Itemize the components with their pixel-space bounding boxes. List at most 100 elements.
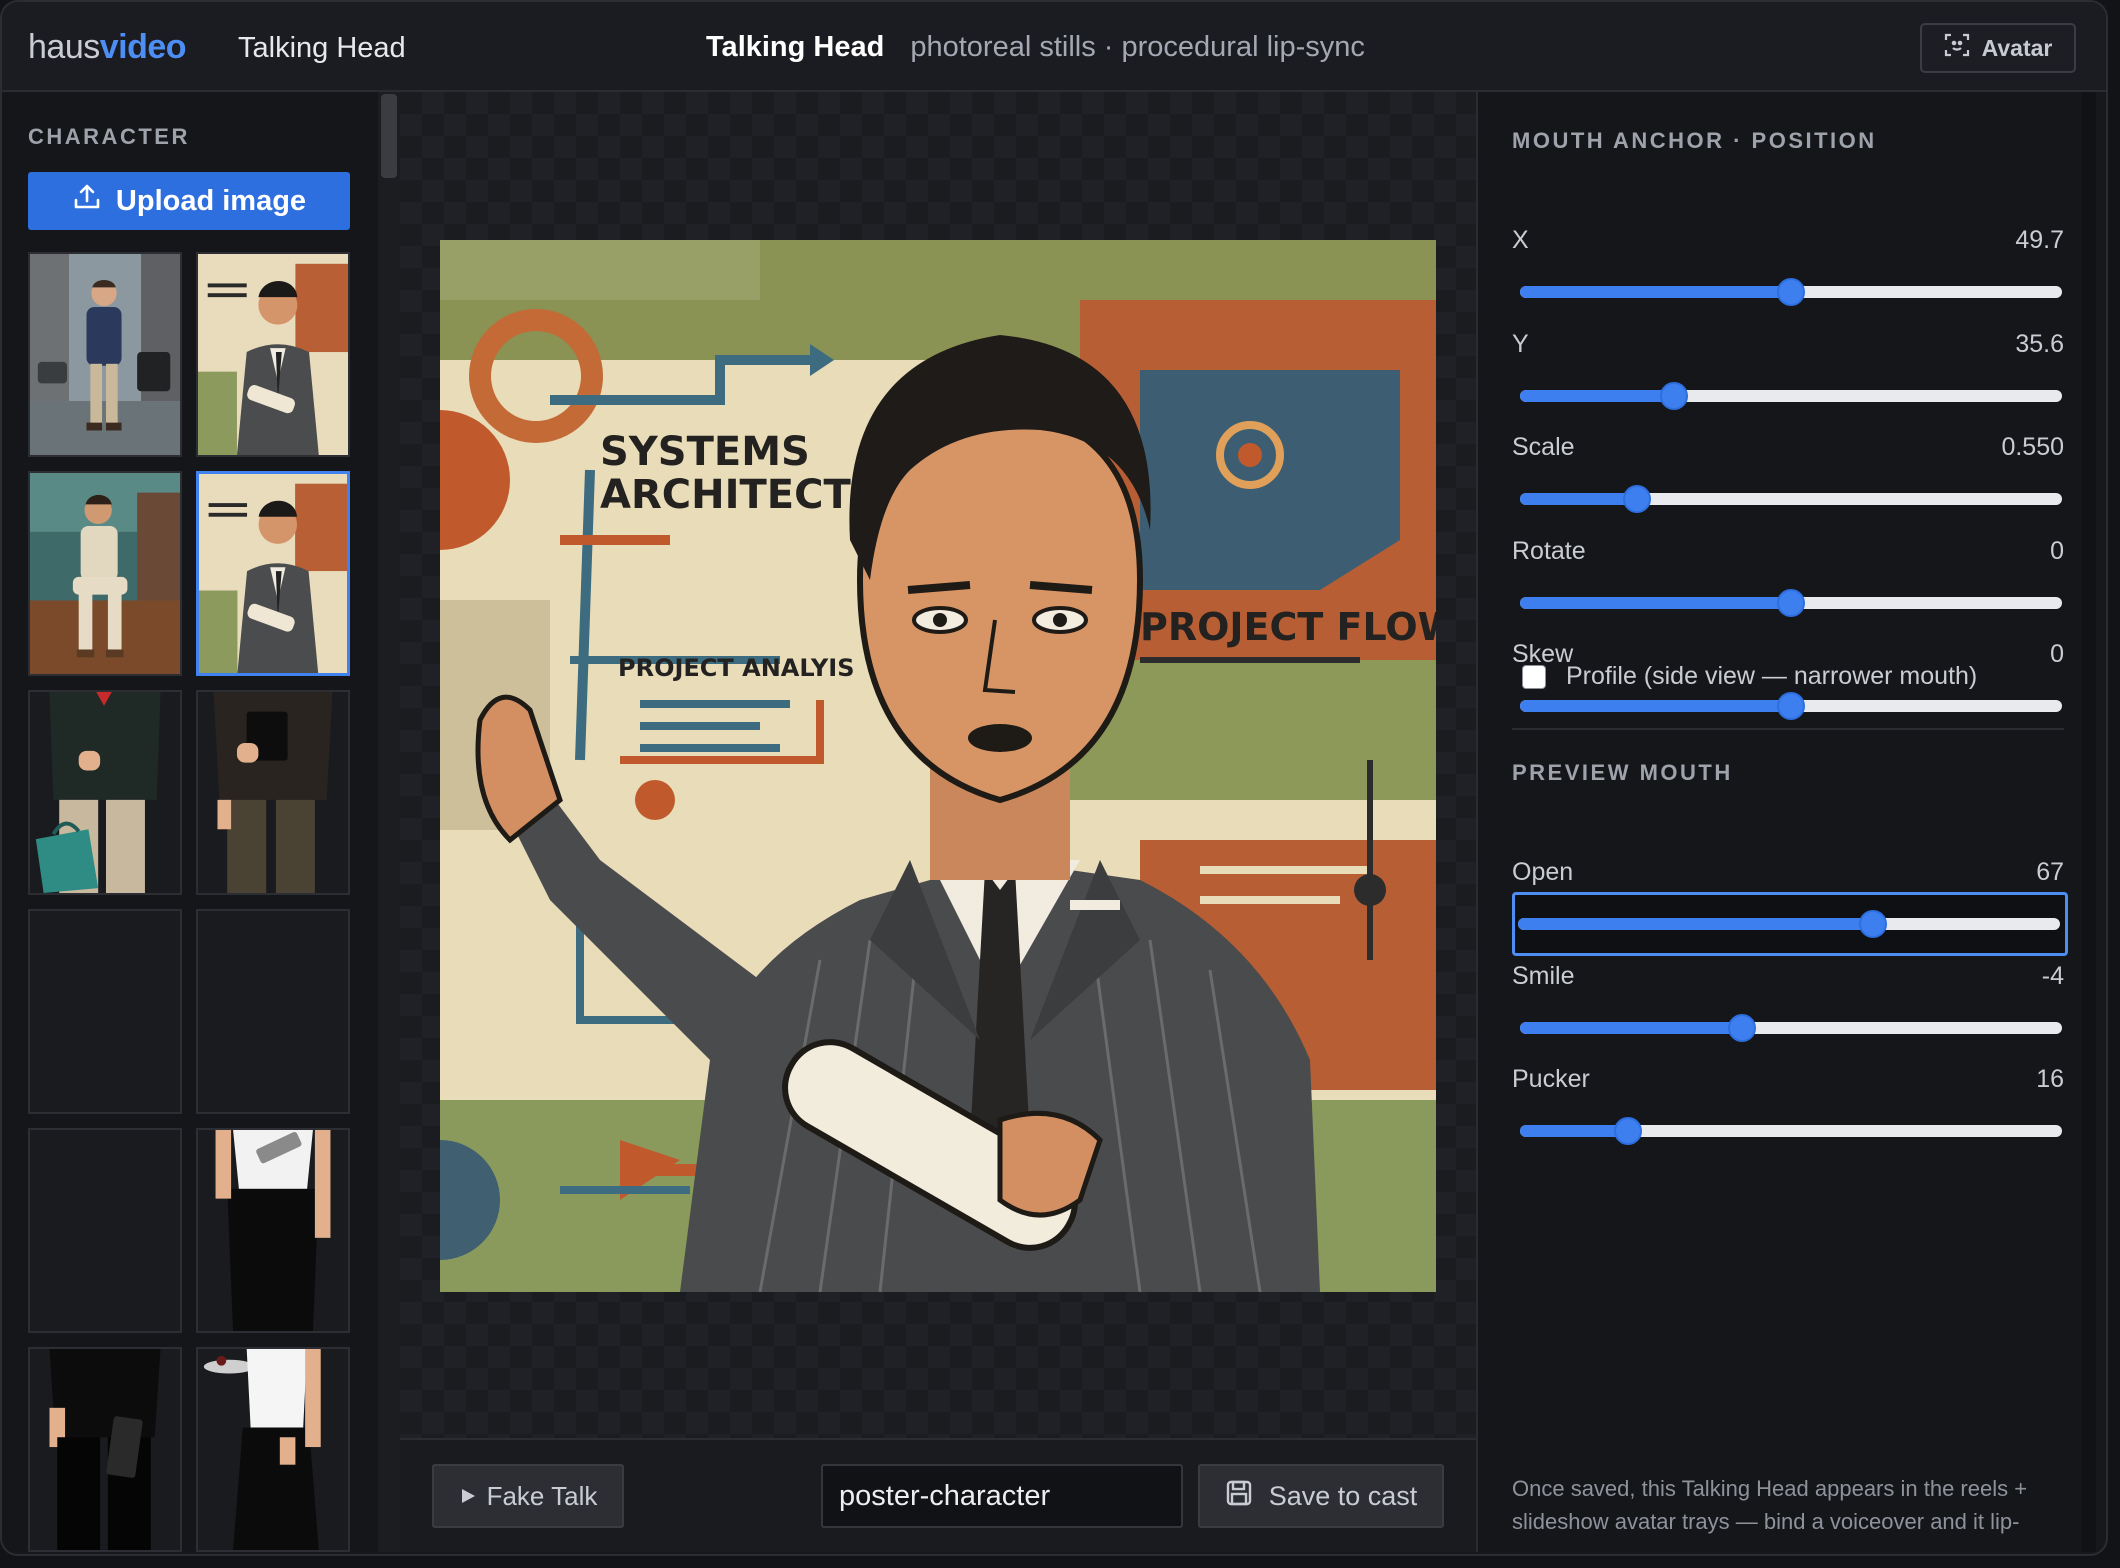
slider-pucker[interactable]: Pucker 16 (1512, 1065, 2064, 1185)
page-title: Talking Head photoreal stills · procedura… (706, 31, 1365, 64)
app-title: Talking Head (238, 32, 406, 64)
slider-label: Smile (1512, 961, 1575, 990)
slider-track[interactable] (1520, 1013, 2062, 1042)
slider-handle[interactable] (1614, 1117, 1643, 1145)
slider-track[interactable] (1520, 485, 2062, 513)
avatar-button[interactable]: Avatar (1920, 23, 2076, 73)
save-icon (1225, 1479, 1253, 1514)
character-thumbnail[interactable] (196, 1128, 350, 1333)
slider-label: X (1512, 226, 1529, 254)
profile-checkbox-row[interactable]: Profile (side view — narrower mouth) (1522, 662, 1977, 691)
face-scan-icon (1944, 32, 1970, 64)
slider-fill (1520, 389, 1675, 402)
slider-track[interactable] (1520, 381, 2062, 410)
play-icon (459, 1481, 477, 1512)
save-footnote: Once saved, this Talking Head appears in… (1512, 1476, 2028, 1534)
slider-fill (1520, 493, 1637, 505)
character-thumbnail-empty[interactable] (28, 909, 182, 1114)
slider-track[interactable] (1520, 278, 2062, 306)
poster-text-systems: SYSTEMS (600, 429, 810, 475)
character-thumbnail-selected[interactable] (196, 471, 350, 676)
character-thumbnail[interactable] (28, 690, 182, 895)
slider-value: 0 (2050, 536, 2064, 565)
slider-label: Open (1512, 858, 1574, 886)
profile-checkbox-label: Profile (side view — narrower mouth) (1566, 662, 1978, 690)
character-thumbnail-empty[interactable] (28, 1128, 182, 1333)
slider-value: 35.6 (2015, 329, 2064, 358)
sidebar-scrollbar-thumb[interactable] (381, 94, 397, 178)
character-sidebar: CHARACTER Upload image (2, 92, 378, 1552)
slider-label: Pucker (1512, 1065, 1590, 1093)
profile-checkbox[interactable] (1522, 664, 1546, 689)
slider-open[interactable]: Open 67 (1512, 858, 2068, 978)
slider-value: -4 (2041, 961, 2064, 990)
slider-smile[interactable]: Smile -4 (1512, 962, 2064, 1082)
slider-handle[interactable] (1777, 278, 1805, 306)
fake-talk-button[interactable]: Fake Talk (432, 1464, 624, 1528)
slider-fill (1520, 700, 1791, 712)
slider-handle[interactable] (1660, 381, 1689, 410)
page-title-main: Talking Head (706, 31, 885, 63)
mouth-anchor-heading: MOUTH ANCHOR · POSITION (1512, 128, 1877, 153)
slider-skew[interactable]: Skew 0 (1512, 640, 2064, 760)
slider-fill (1520, 596, 1791, 609)
poster-text-project-flow: PROJECT FLOW (1140, 605, 1436, 649)
mouth-settings-panel: MOUTH ANCHOR · POSITION X 49.7 Y 35.6 Scale 0… (1476, 92, 2096, 1552)
slider-track[interactable] (1518, 910, 2060, 938)
upload-image-button[interactable]: Upload image (28, 172, 350, 230)
save-to-cast-button[interactable]: Save to cast (1198, 1464, 1444, 1528)
slider-track[interactable] (1520, 588, 2062, 617)
slider-x[interactable]: X 49.7 (1512, 226, 2064, 346)
character-thumbnail[interactable] (28, 252, 182, 457)
preview-stage: SYSTEMS ARCHITECTURE PROJECT FLOW PROJEC… (400, 92, 1476, 1438)
preview-mouth-heading: PREVIEW MOUTH (1512, 760, 1733, 785)
fake-talk-label: Fake Talk (486, 1480, 598, 1511)
slider-fill (1518, 918, 1873, 930)
slider-value: 67 (2036, 858, 2064, 886)
slider-label: Rotate (1512, 536, 1586, 565)
slider-handle[interactable] (1777, 692, 1805, 720)
save-button-label: Save to cast (1268, 1480, 1418, 1511)
character-preview-image: SYSTEMS ARCHITECTURE PROJECT FLOW PROJEC… (440, 240, 1436, 1292)
character-thumbnail[interactable] (196, 690, 350, 895)
slider-value: 49.7 (2015, 226, 2064, 254)
app-window: hausvideo Talking Head Talking Head photo… (0, 0, 2108, 1556)
panel-scrollbar[interactable] (2082, 92, 2096, 1552)
slider-handle[interactable] (1777, 588, 1805, 617)
character-name-input[interactable] (821, 1464, 1183, 1528)
logo-haus: haus (28, 28, 100, 66)
slider-fill (1520, 1021, 1743, 1034)
slider-value: 0 (2050, 640, 2064, 668)
slider-label: Scale (1512, 433, 1575, 461)
sidebar-scrollbar[interactable] (378, 92, 400, 1552)
slider-handle[interactable] (1622, 485, 1651, 513)
slider-track[interactable] (1520, 692, 2062, 720)
slider-label: Y (1512, 329, 1529, 358)
stage-toolbar: Fake Talk Save to cast (400, 1438, 1476, 1552)
slider-rotate[interactable]: Rotate 0 (1512, 537, 2064, 657)
page-subtitle: photoreal stills · procedural lip-sync (910, 31, 1365, 63)
section-divider (1512, 728, 2064, 730)
character-thumbnail-grid (28, 252, 350, 1552)
upload-button-label: Upload image (115, 184, 307, 217)
slider-value: 0.550 (2001, 433, 2064, 461)
character-thumbnail[interactable] (28, 471, 182, 676)
slider-y[interactable]: Y 35.6 (1512, 330, 2064, 450)
poster-text-project-analysis: PROJECT ANALYIS (618, 654, 855, 682)
logo-video: video (99, 28, 187, 66)
slider-handle[interactable] (1859, 910, 1887, 938)
slider-track[interactable] (1520, 1117, 2062, 1145)
character-thumbnail[interactable] (196, 1347, 350, 1552)
slider-fill (1520, 286, 1791, 298)
slider-scale[interactable]: Scale 0.550 (1512, 433, 2064, 553)
character-thumbnail[interactable] (28, 1347, 182, 1552)
upload-icon (72, 182, 102, 220)
avatar-button-label: Avatar (1981, 34, 2053, 61)
slider-fill (1520, 1125, 1629, 1137)
character-thumbnail[interactable] (196, 252, 350, 457)
slider-handle[interactable] (1728, 1013, 1757, 1042)
top-bar: hausvideo Talking Head Talking Head photo… (2, 2, 2106, 92)
sidebar-heading: CHARACTER (28, 124, 190, 149)
character-thumbnail-empty[interactable] (196, 909, 350, 1114)
brand-logo[interactable]: hausvideo (28, 28, 187, 67)
